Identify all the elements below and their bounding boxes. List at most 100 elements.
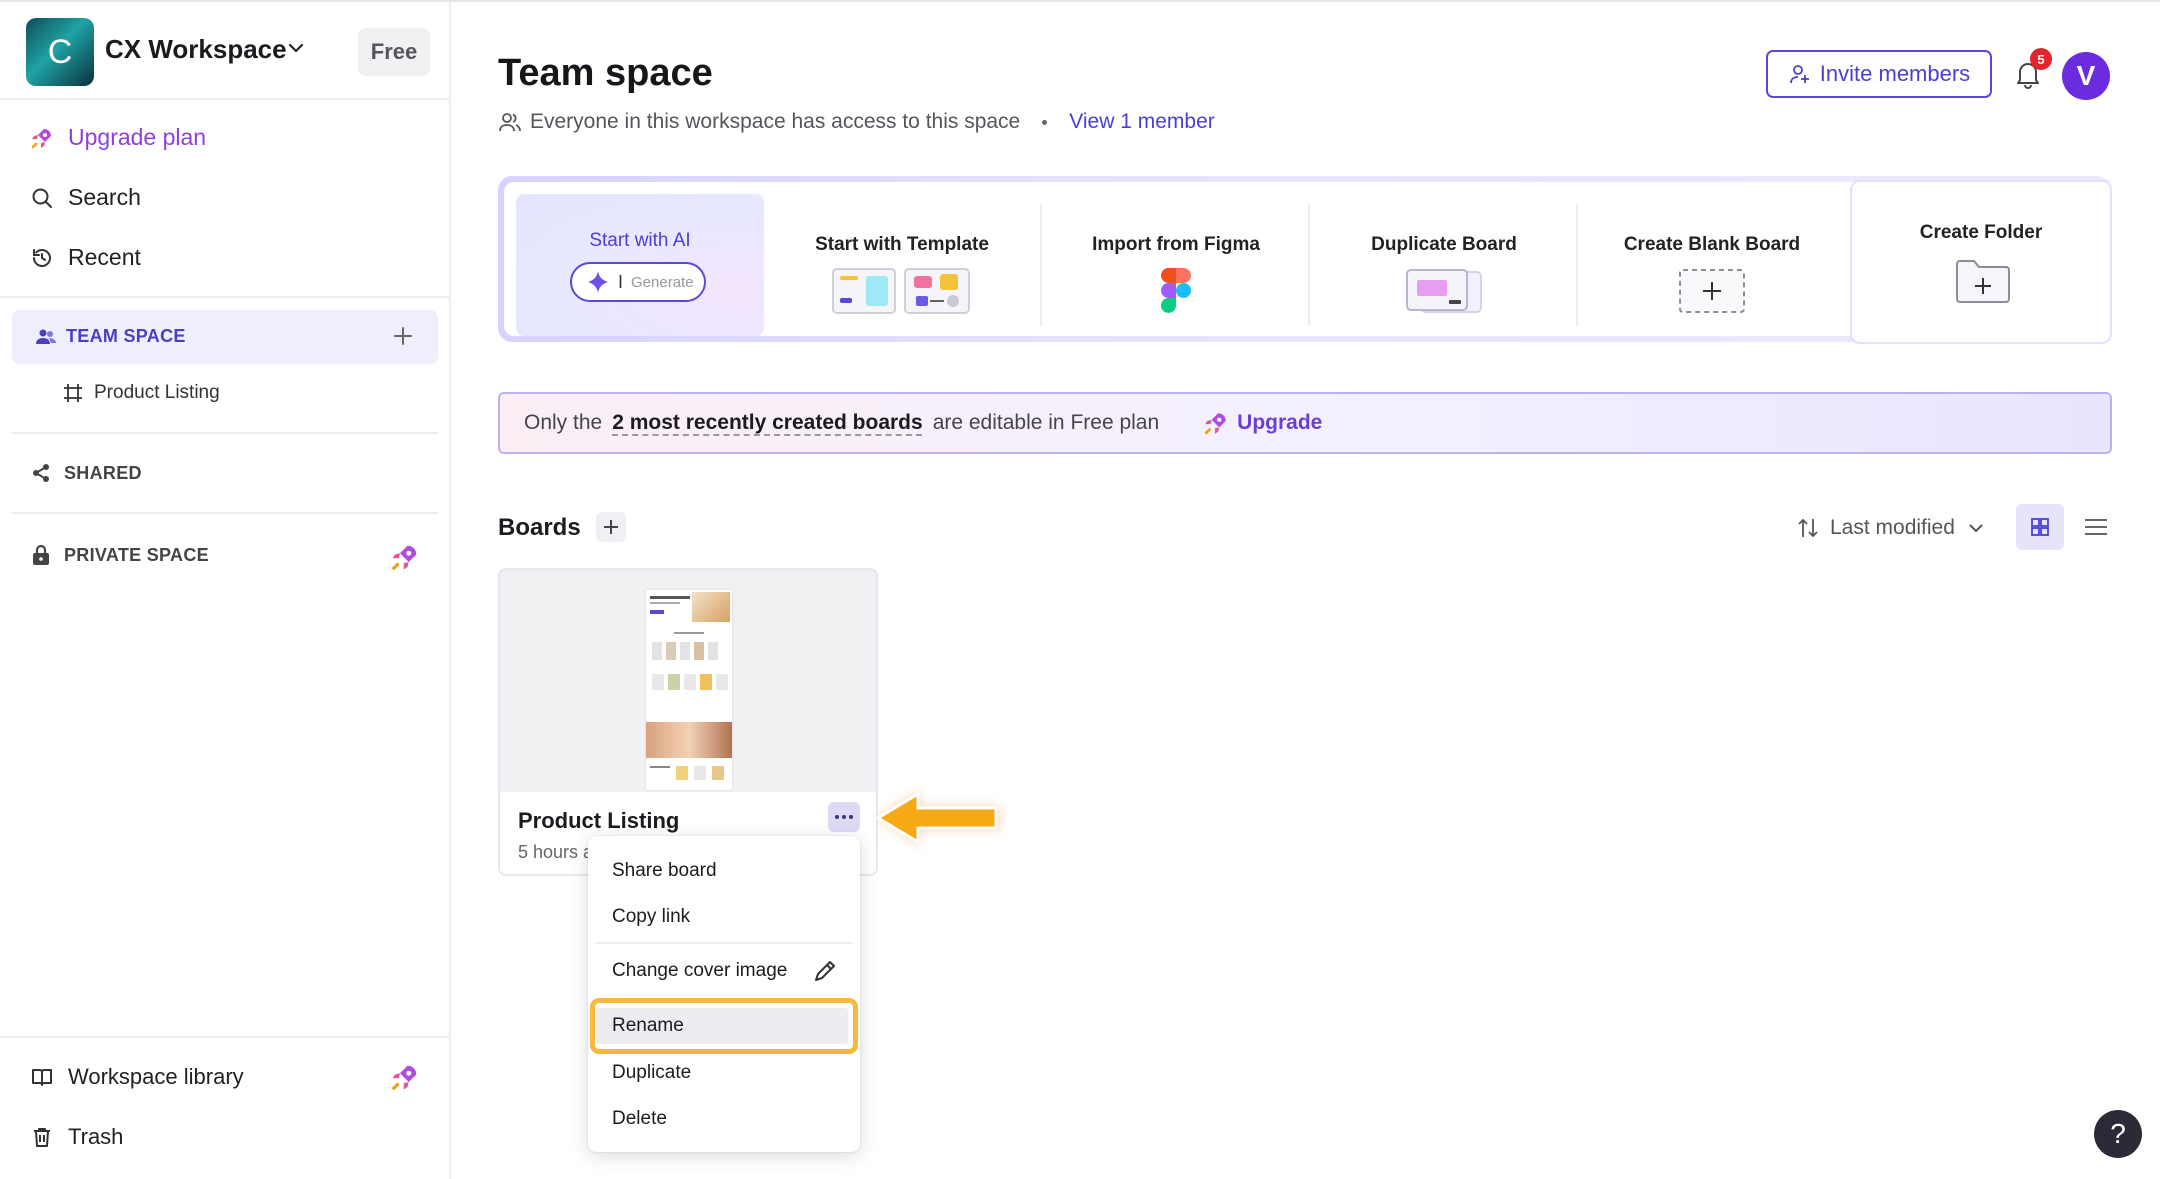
access-info: Everyone in this workspace has access to… xyxy=(498,110,1215,134)
grid-icon xyxy=(2031,518,2049,536)
duplicate-board-icon xyxy=(1406,269,1482,313)
shared-label: SHARED xyxy=(64,462,142,483)
access-text: Everyone in this workspace has access to… xyxy=(530,110,1021,133)
sidebar-item-product-listing[interactable]: Product Listing xyxy=(62,382,220,404)
folder-plus-icon xyxy=(1956,260,2010,303)
pencil-icon xyxy=(815,961,835,981)
divider xyxy=(12,512,438,514)
blank-title: Create Blank Board xyxy=(1623,234,1801,255)
book-icon xyxy=(32,1069,52,1086)
list-view-toggle[interactable] xyxy=(2072,504,2120,550)
workspace-header: C CX Workspace Free xyxy=(0,0,451,100)
invite-label: Invite members xyxy=(1819,61,1971,86)
board-title[interactable]: Product Listing xyxy=(518,808,679,834)
menu-item-rename[interactable]: Rename xyxy=(612,1015,684,1037)
team-space-label: TEAM SPACE xyxy=(66,326,186,346)
top-border xyxy=(451,0,2160,2)
menu-item-share-board[interactable]: Share board xyxy=(612,860,717,882)
sidebar-item-workspace-library[interactable]: Workspace library xyxy=(30,1064,244,1090)
share-icon xyxy=(33,464,49,482)
sidebar-item-search[interactable]: Search xyxy=(30,184,141,211)
sidebar-item-trash[interactable]: Trash xyxy=(30,1124,123,1150)
notification-badge: 5 xyxy=(2030,48,2052,70)
divider xyxy=(0,296,451,298)
avatar[interactable]: V xyxy=(2062,52,2110,100)
chevron-down-icon[interactable] xyxy=(286,38,306,58)
sidebar-item-private-space[interactable]: PRIVATE SPACE xyxy=(30,544,209,566)
folder-title: Create Folder xyxy=(1919,222,2043,243)
import-from-figma-card[interactable]: Import from Figma xyxy=(1042,194,1310,336)
help-button[interactable]: ? xyxy=(2094,1110,2142,1158)
sort-dropdown[interactable]: Last modified xyxy=(1798,516,1985,540)
start-with-ai-card[interactable]: Start with AI I Generate xyxy=(516,194,764,336)
history-icon xyxy=(33,248,51,267)
sidebar-item-label: Recent xyxy=(68,244,141,270)
add-user-icon xyxy=(1789,65,1809,84)
pointer-arrow-icon xyxy=(876,790,1000,846)
trash-icon xyxy=(34,1128,50,1147)
create-folder-card[interactable]: Create Folder xyxy=(1850,180,2112,344)
sidebar-item-label: Product Listing xyxy=(94,382,220,403)
thumbnail-preview xyxy=(646,590,732,790)
sidebar-item-recent[interactable]: Recent xyxy=(30,244,141,271)
duplicate-board-card[interactable]: Duplicate Board xyxy=(1310,194,1578,336)
menu-item-copy-link[interactable]: Copy link xyxy=(612,906,690,928)
board-more-button[interactable] xyxy=(828,802,860,832)
menu-item-delete[interactable]: Delete xyxy=(612,1108,667,1130)
figma-icon xyxy=(1161,268,1191,313)
boards-heading: Boards xyxy=(498,514,581,541)
invite-members-button[interactable]: Invite members xyxy=(1766,50,1992,98)
add-icon xyxy=(604,520,618,534)
workspace-logo[interactable]: C xyxy=(26,18,94,86)
list-icon xyxy=(2085,519,2107,535)
banner-upgrade-label: Upgrade xyxy=(1237,411,1323,434)
view-members-link[interactable]: View 1 member xyxy=(1069,110,1215,134)
board-modified-time: 5 hours a xyxy=(518,842,594,862)
divider xyxy=(12,432,438,434)
grid-view-toggle[interactable] xyxy=(2016,504,2064,550)
sidebar-item-label: Search xyxy=(68,184,141,210)
sort-label: Last modified xyxy=(1830,516,1955,539)
rocket-icon xyxy=(1205,413,1226,435)
workspace-name[interactable]: CX Workspace xyxy=(105,34,287,65)
plan-badge: Free xyxy=(358,28,430,76)
template-icon xyxy=(832,268,970,314)
sidebar-item-team-space[interactable]: TEAM SPACE xyxy=(12,310,438,364)
lock-icon xyxy=(33,544,49,565)
menu-item-duplicate[interactable]: Duplicate xyxy=(612,1062,691,1084)
page-title: Team space xyxy=(498,52,713,94)
banner-prefix: Only the xyxy=(524,411,603,434)
sidebar-item-label: Trash xyxy=(68,1124,124,1149)
duplicate-title: Duplicate Board xyxy=(1371,234,1517,255)
quick-actions-inner: Start with AI I Generate Start with Temp… xyxy=(504,180,2112,344)
board-thumbnail xyxy=(500,570,876,792)
search-icon xyxy=(32,188,52,208)
sidebar-item-shared[interactable]: SHARED xyxy=(30,462,142,484)
ai-card-title: Start with AI xyxy=(589,230,691,251)
sparkle-icon xyxy=(588,271,608,293)
figma-title: Import from Figma xyxy=(1092,234,1260,255)
add-icon[interactable] xyxy=(390,323,416,349)
create-blank-board-card[interactable]: Create Blank Board xyxy=(1578,194,1846,336)
ai-generate-input[interactable]: I Generate xyxy=(570,262,706,302)
blank-board-icon xyxy=(1679,269,1745,313)
users-icon xyxy=(499,113,521,132)
add-board-button[interactable] xyxy=(596,512,626,542)
chevron-down-icon xyxy=(1969,524,1983,533)
rocket-icon xyxy=(31,128,51,148)
divider xyxy=(0,1036,451,1038)
start-with-template-card[interactable]: Start with Template xyxy=(768,194,1036,336)
sidebar-item-label: Workspace library xyxy=(68,1064,244,1089)
banner-upgrade-link[interactable]: Upgrade xyxy=(1203,410,1322,436)
rocket-icon xyxy=(392,545,417,570)
banner-highlight: 2 most recently created boards xyxy=(612,411,923,434)
menu-divider xyxy=(596,942,852,944)
upgrade-plan-label: Upgrade plan xyxy=(68,124,207,150)
rocket-icon xyxy=(392,1065,417,1090)
menu-item-change-cover[interactable]: Change cover image xyxy=(612,960,787,982)
separator-dot xyxy=(1042,119,1048,125)
ai-placeholder: Generate xyxy=(631,273,694,291)
board-card[interactable]: Product Listing 5 hours a xyxy=(498,568,878,876)
upgrade-plan-link[interactable]: Upgrade plan xyxy=(30,124,206,151)
private-space-label: PRIVATE SPACE xyxy=(64,544,209,565)
